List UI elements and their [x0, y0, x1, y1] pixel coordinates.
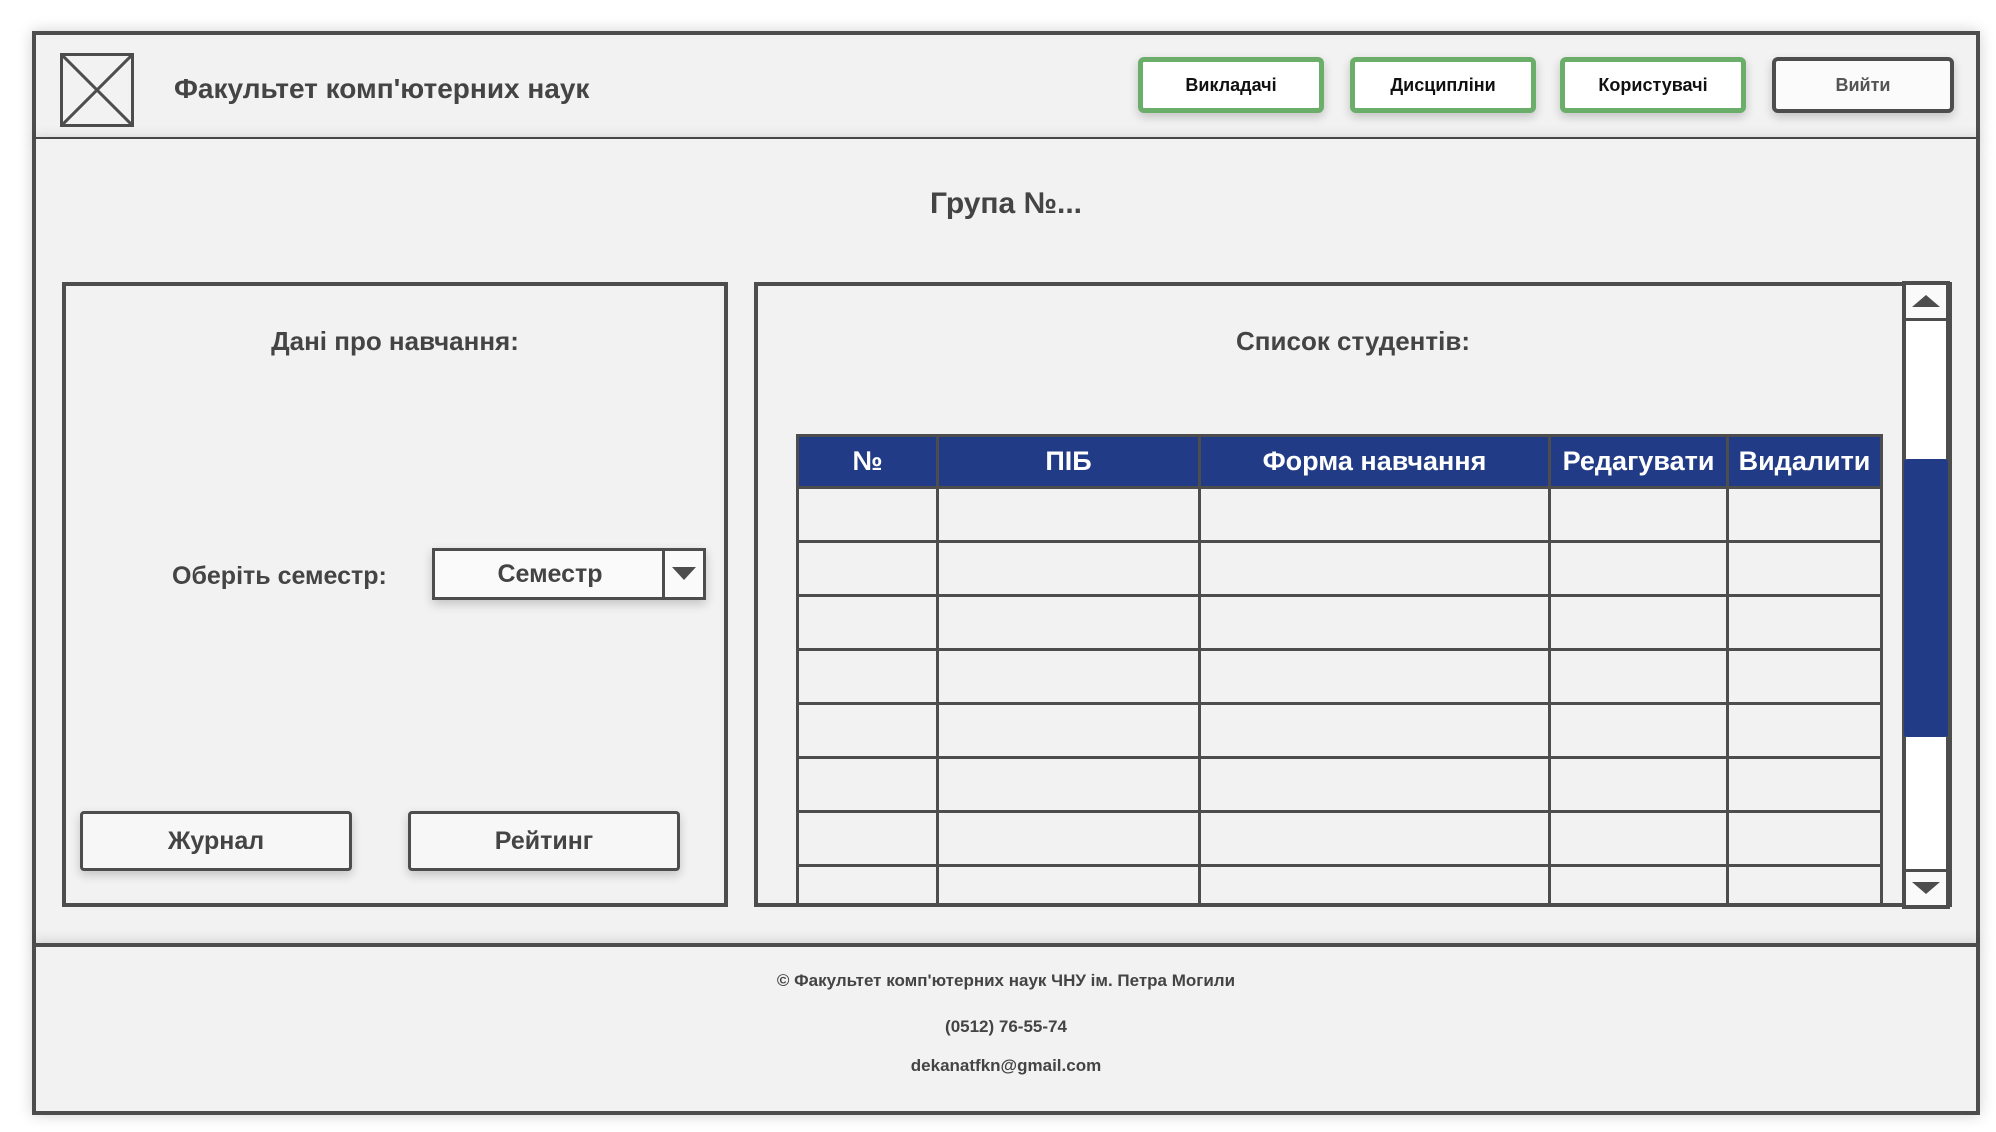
chevron-down-icon [672, 567, 696, 580]
students-panel-title: Список студентів: [1236, 326, 1470, 356]
logout-button[interactable]: Вийти [1772, 57, 1954, 113]
column-header-study-form: Форма навчання [1198, 434, 1551, 489]
table-cell [1198, 702, 1551, 759]
nav-users-button[interactable]: Користувачі [1560, 57, 1746, 113]
table-cell [936, 810, 1201, 867]
nav-teachers-button[interactable]: Викладачі [1138, 57, 1324, 113]
footer-phone: (0512) 76-55-74 [945, 1017, 1067, 1036]
table-cell [1198, 486, 1551, 543]
semester-label: Оберіть семестр: [172, 562, 387, 590]
table-cell[interactable] [1726, 756, 1883, 813]
table-cell [936, 648, 1201, 705]
table-cell[interactable] [1726, 810, 1883, 867]
table-cell[interactable] [1726, 648, 1883, 705]
semester-select-value: Семестр [497, 560, 603, 588]
table-row[interactable] [796, 864, 1883, 903]
table-cell[interactable] [1548, 594, 1729, 651]
rating-button[interactable]: Рейтинг [408, 811, 680, 871]
table-cell [936, 486, 1201, 543]
page-title: Група №... [929, 187, 1083, 220]
table-cell [796, 648, 939, 705]
journal-button[interactable]: Журнал [80, 811, 352, 871]
table-cell [1198, 810, 1551, 867]
table-cell [796, 756, 939, 813]
scroll-up-button[interactable] [1906, 285, 1946, 321]
table-cell[interactable] [1726, 540, 1883, 597]
nav-disciplines-button[interactable]: Дисципліни [1350, 57, 1536, 113]
column-header-number: № [796, 434, 939, 489]
table-cell[interactable] [1548, 756, 1729, 813]
table-cell[interactable] [1548, 810, 1729, 867]
table-cell [796, 540, 939, 597]
table-row[interactable] [796, 702, 1883, 759]
students-scrollbar[interactable] [1902, 281, 1950, 909]
table-cell [936, 756, 1201, 813]
table-cell [1198, 864, 1551, 903]
table-cell[interactable] [1726, 486, 1883, 543]
column-header-edit: Редагувати [1548, 434, 1729, 489]
table-cell [936, 540, 1201, 597]
table-row[interactable] [796, 594, 1883, 651]
table-cell[interactable] [1726, 594, 1883, 651]
table-cell[interactable] [1726, 864, 1883, 903]
main-content: Група №... Дані про навчання: Оберіть се… [32, 139, 1980, 945]
header-bar: Факультет комп'ютерних наук Викладачі Ди… [32, 31, 1980, 141]
table-cell[interactable] [1548, 702, 1729, 759]
table-cell [796, 864, 939, 903]
table-cell[interactable] [1548, 486, 1729, 543]
table-row[interactable] [796, 648, 1883, 705]
triangle-down-icon [1912, 882, 1940, 894]
students-table: № ПІБ Форма навчання Редагувати Видалити [796, 434, 1883, 903]
table-row[interactable] [796, 486, 1883, 543]
table-cell [936, 702, 1201, 759]
table-cell [796, 810, 939, 867]
table-cell [796, 486, 939, 543]
triangle-up-icon [1912, 295, 1940, 307]
table-header-row: № ПІБ Форма навчання Редагувати Видалити [796, 434, 1883, 489]
table-cell[interactable] [1548, 648, 1729, 705]
table-cell [1198, 540, 1551, 597]
column-header-delete: Видалити [1726, 434, 1883, 489]
semester-select[interactable]: Семестр [432, 548, 706, 600]
logo-placeholder-icon [60, 53, 134, 127]
footer-copyright: © Факультет комп'ютерних наук ЧНУ ім. Пе… [776, 971, 1236, 990]
table-cell [796, 702, 939, 759]
semester-dropdown-button[interactable] [662, 551, 703, 597]
table-cell [1198, 594, 1551, 651]
study-panel-title: Дані про навчання: [271, 326, 519, 356]
table-row[interactable] [796, 540, 1883, 597]
table-row[interactable] [796, 756, 1883, 813]
table-cell [1198, 756, 1551, 813]
table-cell [936, 594, 1201, 651]
table-row[interactable] [796, 810, 1883, 867]
table-cell [796, 594, 939, 651]
table-cell [936, 864, 1201, 903]
students-list-panel: Список студентів: № ПІБ Форма навчання Р… [754, 282, 1952, 907]
table-cell [1198, 648, 1551, 705]
table-cell[interactable] [1726, 702, 1883, 759]
footer: © Факультет комп'ютерних наук ЧНУ ім. Пе… [32, 943, 1980, 1115]
column-header-name: ПІБ [936, 434, 1201, 489]
scroll-thumb[interactable] [1904, 459, 1948, 737]
study-data-panel: Дані про навчання: Оберіть семестр: Семе… [62, 282, 728, 907]
table-cell[interactable] [1548, 540, 1729, 597]
app-title: Факультет комп'ютерних наук [174, 73, 590, 104]
scroll-down-button[interactable] [1906, 869, 1946, 905]
table-cell[interactable] [1548, 864, 1729, 903]
footer-email[interactable]: dekanatfkn@gmail.com [36, 1056, 1976, 1076]
